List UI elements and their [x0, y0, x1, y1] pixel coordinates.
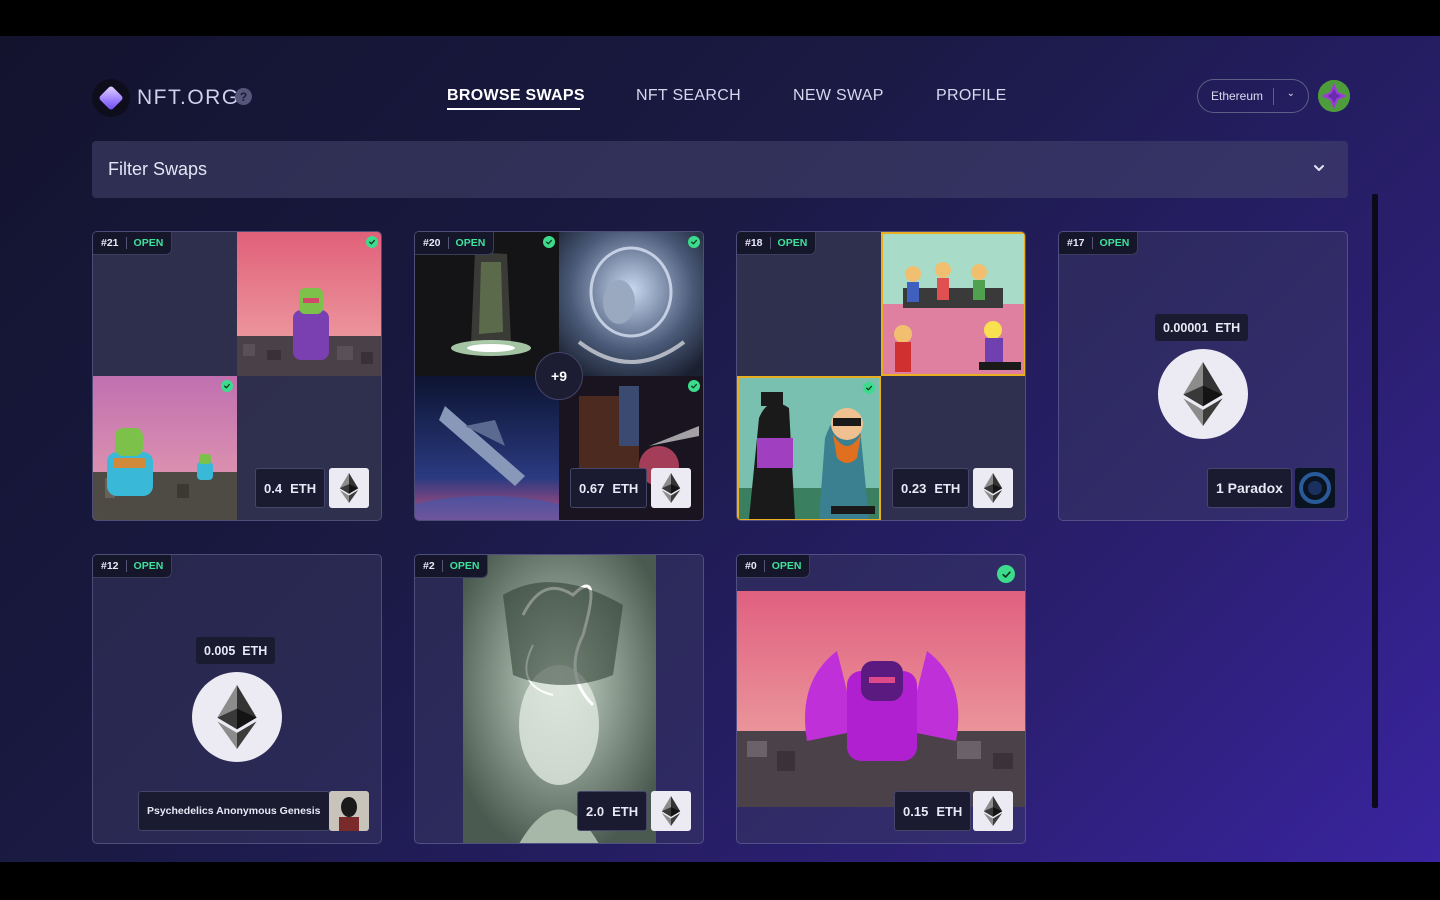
- swap-status: OPEN: [449, 560, 480, 572]
- verified-icon: [688, 236, 700, 248]
- price-box: 0.4 ETH: [255, 468, 326, 508]
- price-box: 0.67 ETH: [570, 468, 648, 508]
- nav-new-swap[interactable]: NEW SWAP: [793, 87, 884, 105]
- app-window: NFT.ORG ? BROWSE SWAPS NFT SEARCH NEW SW…: [0, 36, 1440, 862]
- eth-logo-icon: [1158, 349, 1248, 439]
- chevron-down-icon: [1314, 165, 1324, 171]
- swap-status: OPEN: [1099, 237, 1130, 249]
- swap-card[interactable]: #17 OPEN 0.00001 ETH 1 Paradox: [1058, 231, 1348, 521]
- swap-tag: #2 OPEN: [415, 555, 489, 578]
- swap-id: #21: [101, 237, 119, 249]
- eth-logo-icon: [192, 672, 282, 762]
- verified-icon: [543, 236, 555, 248]
- swap-status: OPEN: [777, 237, 808, 249]
- price-unit: ETH: [936, 803, 963, 819]
- logo-text[interactable]: NFT.ORG: [137, 86, 240, 110]
- nav-nft-search[interactable]: NFT SEARCH: [636, 87, 741, 105]
- swap-card[interactable]: #2 OPEN 2.0 ETH: [414, 554, 704, 844]
- nav-active-underline: [447, 108, 580, 110]
- chain-select-divider: [1273, 88, 1274, 105]
- price-unit: ETH: [612, 803, 639, 819]
- verified-icon: [863, 382, 875, 394]
- eth-icon[interactable]: [329, 468, 369, 508]
- chevron-down-icon: ⌄: [1286, 88, 1295, 99]
- eth-amount-value: 0.00001: [1163, 320, 1209, 335]
- swap-status: OPEN: [771, 560, 802, 572]
- chain-select[interactable]: Ethereum ⌄: [1197, 79, 1309, 113]
- swap-id: #0: [745, 560, 757, 572]
- scrollbar[interactable]: [1372, 194, 1378, 808]
- swap-card[interactable]: #18 OPEN 0.23 ETH: [736, 231, 1026, 521]
- price-box: 2.0 ETH: [577, 791, 648, 831]
- price-value: 0.4: [264, 480, 283, 496]
- price-box: 0.15 ETH: [894, 791, 972, 831]
- swap-tag: #18 OPEN: [737, 232, 817, 255]
- price-unit: ETH: [612, 480, 639, 496]
- verified-icon: [688, 380, 700, 392]
- price-value: 0.67: [579, 480, 605, 496]
- help-icon[interactable]: ?: [235, 88, 252, 105]
- eth-icon[interactable]: [651, 468, 691, 508]
- nav-browse-swaps[interactable]: BROWSE SWAPS: [447, 87, 585, 105]
- nft-image[interactable]: [881, 232, 1025, 376]
- swap-card[interactable]: #20 OPEN +9 0.67 ETH: [414, 231, 704, 521]
- nft-image[interactable]: [737, 591, 1025, 807]
- price-value: 2.0: [586, 803, 605, 819]
- nft-image[interactable]: [415, 376, 559, 520]
- price-value: 0.23: [901, 480, 927, 496]
- swap-status: OPEN: [455, 237, 486, 249]
- eth-icon[interactable]: [973, 468, 1013, 508]
- filter-swaps-label: Filter Swaps: [108, 159, 208, 179]
- verified-icon: [366, 236, 378, 248]
- collection-name[interactable]: 1 Paradox: [1207, 468, 1292, 508]
- swap-card[interactable]: #21 OPEN 0.4 ETH: [92, 231, 382, 521]
- price-box: 0.23 ETH: [892, 468, 970, 508]
- avatar[interactable]: [1318, 80, 1350, 112]
- swap-tag: #0 OPEN: [737, 555, 811, 578]
- eth-amount-value: 0.005: [204, 643, 236, 658]
- swap-id: #12: [101, 560, 119, 572]
- verified-icon: [221, 380, 233, 392]
- swap-id: #17: [1067, 237, 1085, 249]
- eth-amount: 0.005 ETH: [196, 637, 276, 664]
- swap-tag: #12 OPEN: [93, 555, 173, 578]
- filter-swaps-bar[interactable]: Filter Swaps: [92, 141, 1348, 198]
- swap-status: OPEN: [133, 560, 164, 572]
- eth-icon[interactable]: [651, 791, 691, 831]
- swap-id: #20: [423, 237, 441, 249]
- eth-icon[interactable]: [973, 791, 1013, 831]
- chain-select-value: Ethereum: [1211, 89, 1264, 103]
- nav-profile[interactable]: PROFILE: [936, 87, 1007, 105]
- swap-id: #2: [423, 560, 435, 572]
- price-unit: ETH: [934, 480, 961, 496]
- collection-thumbnail[interactable]: [329, 791, 369, 831]
- collection-name[interactable]: Psychedelics Anonymous Genesis: [138, 791, 330, 831]
- collection-thumbnail[interactable]: [1295, 468, 1335, 508]
- swap-status: OPEN: [133, 237, 164, 249]
- nft-image[interactable]: [559, 232, 703, 376]
- swap-card[interactable]: #12 OPEN 0.005 ETH Psychedelics Anonymou…: [92, 554, 382, 844]
- more-items-badge[interactable]: +9: [535, 352, 583, 400]
- nft-image[interactable]: [737, 376, 881, 520]
- nft-image[interactable]: [93, 376, 237, 520]
- eth-amount: 0.00001 ETH: [1155, 314, 1249, 341]
- logo-icon[interactable]: [92, 79, 130, 117]
- nft-image[interactable]: [237, 232, 381, 376]
- verified-icon: [997, 565, 1015, 583]
- price-value: 0.15: [903, 803, 929, 819]
- swap-id: #18: [745, 237, 763, 249]
- eth-amount-unit: ETH: [242, 643, 268, 658]
- price-unit: ETH: [290, 480, 317, 496]
- swap-tag: #21 OPEN: [93, 232, 173, 255]
- eth-amount-unit: ETH: [1215, 320, 1241, 335]
- swap-card[interactable]: #0 OPEN 0.15 ETH: [736, 554, 1026, 844]
- swap-tag: #17 OPEN: [1059, 232, 1139, 255]
- swap-tag: #20 OPEN: [415, 232, 495, 255]
